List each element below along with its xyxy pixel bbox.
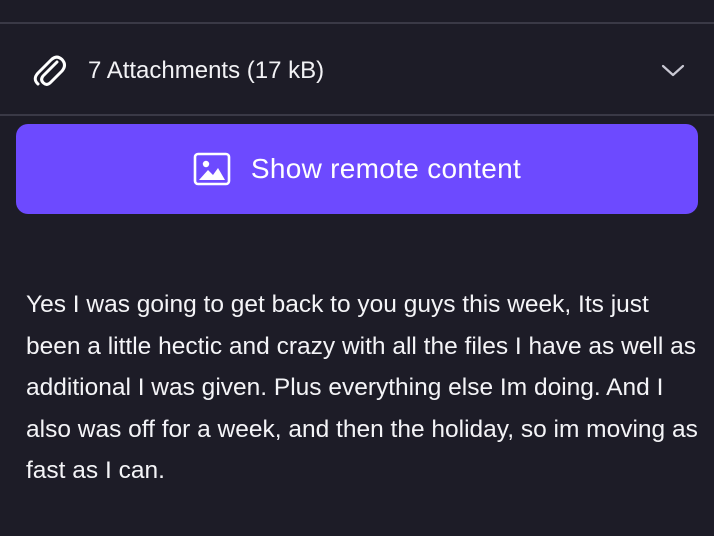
attachments-toggle[interactable]: 7 Attachments (17 kB) [0,24,714,114]
show-remote-content-button[interactable]: Show remote content [16,124,698,214]
bottom-divider [0,114,714,116]
show-remote-content-label: Show remote content [250,153,522,184]
attachments-label: 7 Attachments (17 kB) [88,57,325,84]
paperclip-icon [33,55,66,86]
message-body: Yes I was going to get back to you guys … [26,291,698,484]
remote-content-inner: Show remote content [193,152,521,186]
image-icon [193,152,231,186]
chevron-down-icon[interactable] [660,60,686,80]
